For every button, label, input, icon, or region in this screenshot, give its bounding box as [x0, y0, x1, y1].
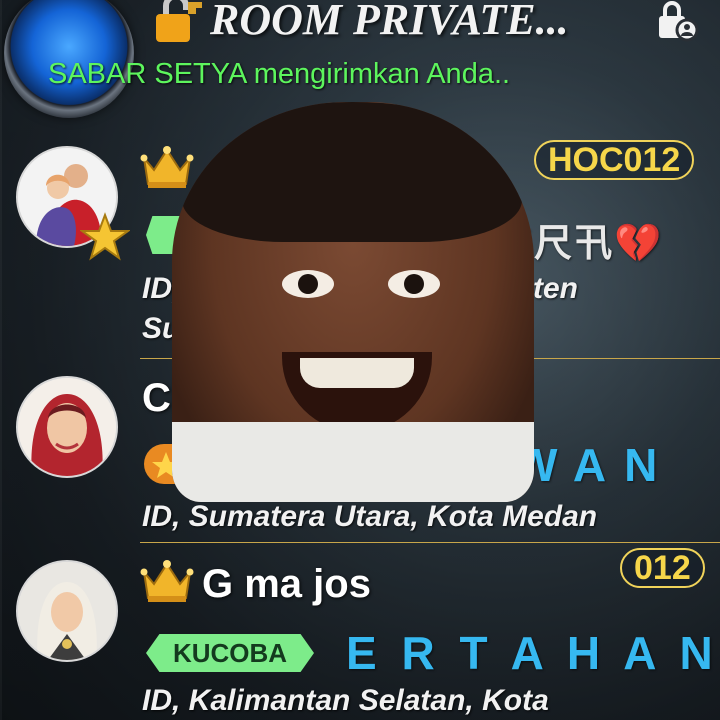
level-tag: 012 [620, 548, 705, 588]
room-header: ROOM PRIVATE... SABAR SETYA mengirimkan … [0, 0, 720, 118]
list-item[interactable]: G ma jos 012 KUCOBA E R T A H A N ID, Ka… [0, 546, 720, 720]
overlay-photo [172, 102, 534, 502]
divider [140, 542, 720, 543]
family-badge: KUCOBA [146, 634, 314, 672]
user-name: G ma jos [202, 562, 371, 606]
crown-icon [140, 558, 194, 609]
family-name: E R T A H A N [346, 627, 719, 679]
location-text: ID, Sumatera Utara, Kota Medan [142, 500, 598, 533]
lock-user-icon[interactable] [655, 0, 701, 47]
family-name: WAN [514, 439, 676, 491]
room-title: ROOM PRIVATE... [210, 0, 569, 44]
location-text: ID, Kalimantan Selatan, Kota [142, 684, 549, 717]
level-tag: HOC012 [534, 140, 695, 180]
avatar[interactable] [16, 560, 118, 662]
star-icon [78, 212, 132, 267]
avatar[interactable] [16, 376, 118, 478]
gift-notification: SABAR SETYA mengirimkan Anda.. [48, 58, 511, 90]
gold-lock-icon [150, 0, 210, 49]
